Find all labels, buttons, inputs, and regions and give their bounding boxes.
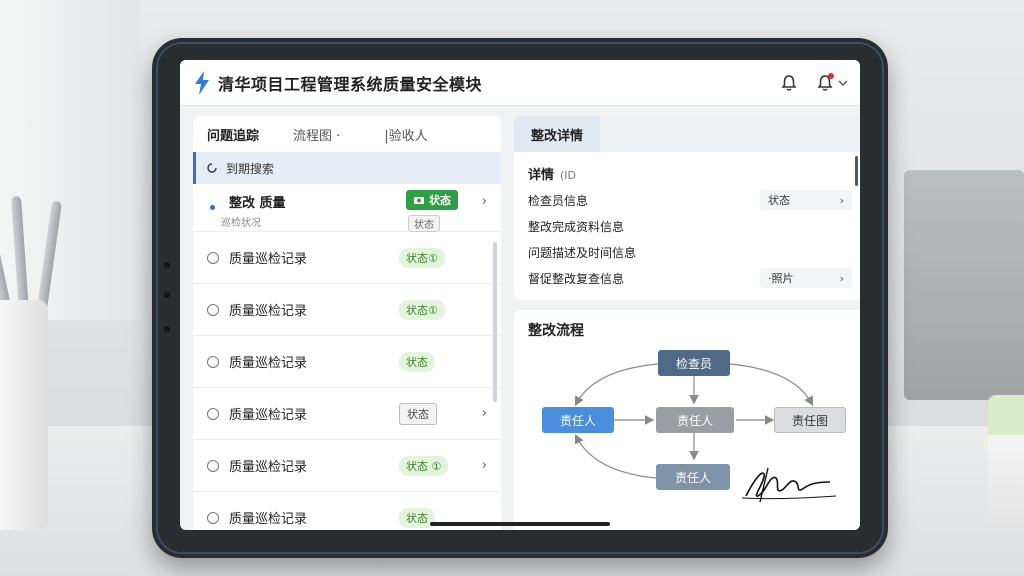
search-row[interactable]: 到期搜索 xyxy=(193,152,501,184)
tab-issue-tracking[interactable]: 问题追踪 xyxy=(207,125,259,144)
status-badge: 状态 xyxy=(399,351,435,372)
detail-row: 督促整改复查信息 ·照片 › xyxy=(514,265,860,291)
detail-row-label: 整改完成资料信息 xyxy=(528,219,625,234)
home-indicator[interactable] xyxy=(430,522,610,526)
chevron-right-icon: › xyxy=(839,193,844,207)
background-mug xyxy=(988,395,1024,525)
logo-bolt-icon xyxy=(195,70,209,95)
list-item-label: 质量巡检记录 xyxy=(229,512,308,527)
refresh-icon xyxy=(207,163,217,173)
tab-flow[interactable]: 流程图 · xyxy=(293,125,340,144)
tablet-camera xyxy=(164,262,170,268)
status-badge[interactable]: 状态 xyxy=(406,190,458,210)
flow-node-responsible-center[interactable]: 责任人 xyxy=(656,407,734,433)
flow-node-responsible-left[interactable]: 责任人 xyxy=(542,407,614,433)
list-item-label: 质量巡检记录 xyxy=(229,460,308,475)
list-item-label: 整改 质量 xyxy=(229,196,286,211)
tablet-sensor xyxy=(164,292,170,298)
chevron-down-icon[interactable] xyxy=(838,78,848,88)
list-item-sub: 巡检状况 xyxy=(221,218,261,229)
list-item-label: 质量巡检记录 xyxy=(229,304,308,319)
list-item-label: 质量巡检记录 xyxy=(229,356,308,371)
issue-list-panel: 问题追踪 流程图 · |验收人 到期搜索 整改 质量 巡检状况 状态 状态 › … xyxy=(193,116,501,530)
detail-row: 检查员信息 状态 › xyxy=(514,187,860,213)
app-screen: 清华项目工程管理系统质量安全模块 问题追踪 流程图 · |验收人 到期搜索 整改… xyxy=(180,60,860,530)
tablet-device: 清华项目工程管理系统质量安全模块 问题追踪 流程图 · |验收人 到期搜索 整改… xyxy=(152,38,888,558)
selected-dot-icon xyxy=(210,205,215,210)
background-pen-cup xyxy=(0,300,48,530)
radio-button[interactable] xyxy=(207,407,219,420)
list-item-label: 质量巡检记录 xyxy=(229,252,308,267)
status-badge: 状态 ① xyxy=(399,455,449,476)
tab-rectification-detail[interactable]: 整改详情 xyxy=(514,116,600,152)
radio-button[interactable] xyxy=(207,511,219,524)
photo-select[interactable]: ·照片 › xyxy=(760,268,852,288)
detail-title: 详情 (ID xyxy=(528,168,577,183)
radio-button[interactable] xyxy=(207,251,219,264)
chevron-right-icon[interactable]: › xyxy=(482,194,487,209)
status-badge: 状态 xyxy=(399,402,437,425)
detail-row: 问题描述及时间信息 xyxy=(514,239,860,265)
radio-button[interactable] xyxy=(207,303,219,316)
list-item[interactable]: 质量巡检记录 状态 › xyxy=(193,388,501,440)
flow-node-inspector[interactable]: 检查员 xyxy=(658,350,730,376)
bell-icon[interactable] xyxy=(780,74,798,92)
list-item[interactable]: 整改 质量 巡检状况 状态 状态 › xyxy=(193,184,501,232)
list-item[interactable]: 质量巡检记录 状态 xyxy=(193,336,501,388)
chevron-right-icon[interactable]: › xyxy=(482,406,487,421)
list-tabs: 问题追踪 流程图 · |验收人 xyxy=(193,116,501,152)
detail-id: (ID xyxy=(560,169,577,182)
background-chair xyxy=(904,170,1024,400)
detail-scrollbar[interactable] xyxy=(855,156,858,186)
status-badge: 状态① xyxy=(399,299,445,320)
chevron-right-icon[interactable]: › xyxy=(482,458,487,473)
flow-panel: 整改流程 检查员 责任人 责任人 责任图 责任人 xyxy=(514,310,860,530)
flow-node-responsible-bottom[interactable]: 责任人 xyxy=(656,464,730,490)
camera-icon xyxy=(414,197,424,204)
list-item[interactable]: 质量巡检记录 状态 ① › xyxy=(193,440,501,492)
notification-badge xyxy=(828,72,834,79)
tab-acceptor[interactable]: |验收人 xyxy=(384,125,427,144)
status-select[interactable]: 状态 › xyxy=(760,190,852,210)
list-item[interactable]: 质量巡检记录 状态① xyxy=(193,232,501,284)
radio-button[interactable] xyxy=(207,355,219,368)
list-scrollbar[interactable] xyxy=(493,242,497,402)
flow-node-responsible-right[interactable]: 责任图 xyxy=(774,407,846,433)
radio-button[interactable] xyxy=(207,459,219,472)
app-header: 清华项目工程管理系统质量安全模块 xyxy=(180,60,860,106)
detail-panel: 整改详情 详情 (ID 检查员信息 状态 › 整改完成资料信息 问题描述及时间信息 … xyxy=(514,116,860,300)
signature-icon xyxy=(741,467,837,503)
list-item-label: 质量巡检记录 xyxy=(229,408,308,423)
list-item[interactable]: 质量巡检记录 状态① xyxy=(193,284,501,336)
sub-status-badge: 状态 xyxy=(408,215,440,232)
notification-bell-icon[interactable] xyxy=(816,72,834,92)
chevron-right-icon: › xyxy=(839,271,844,285)
status-badge: 状态① xyxy=(399,247,445,268)
search-label: 到期搜索 xyxy=(226,161,275,176)
detail-row: 整改完成资料信息 xyxy=(514,213,860,239)
detail-row-label: 检查员信息 xyxy=(528,193,589,208)
app-title: 清华项目工程管理系统质量安全模块 xyxy=(218,74,483,94)
detail-row-label: 督促整改复查信息 xyxy=(528,271,625,286)
tablet-sensor xyxy=(164,326,170,332)
detail-tab-bar: 整改详情 xyxy=(514,116,860,152)
detail-row-label: 问题描述及时间信息 xyxy=(528,245,637,260)
